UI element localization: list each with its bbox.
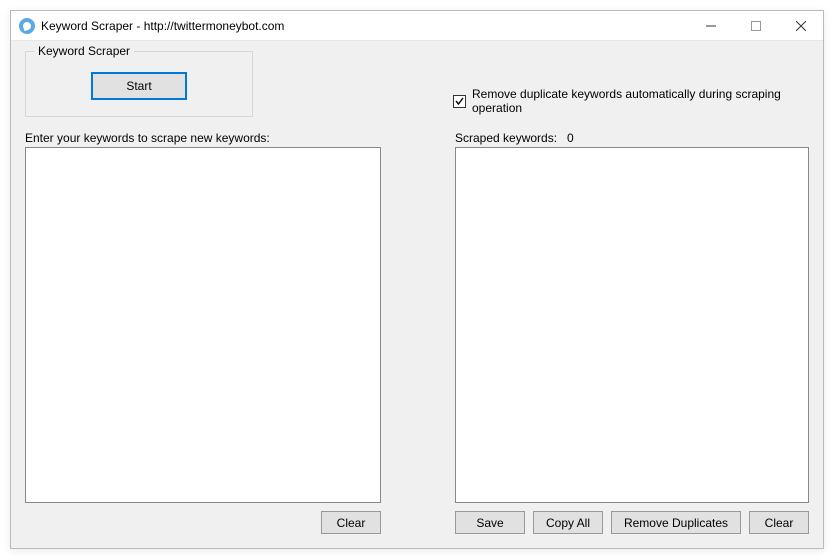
- keywords-input[interactable]: [25, 147, 381, 503]
- output-label: Scraped keywords:: [455, 131, 557, 145]
- checkbox-icon: [453, 95, 466, 108]
- copy-all-button[interactable]: Copy All: [533, 511, 603, 534]
- clear-output-button[interactable]: Clear: [749, 511, 809, 534]
- scraped-output[interactable]: [455, 147, 809, 503]
- app-window: Keyword Scraper - http://twittermoneybot…: [10, 10, 824, 549]
- start-button[interactable]: Start: [91, 72, 187, 100]
- window-controls: [688, 11, 823, 40]
- checkbox-label: Remove duplicate keywords automatically …: [472, 87, 809, 115]
- maximize-button[interactable]: [733, 11, 778, 40]
- app-icon: [19, 18, 35, 34]
- scraper-groupbox: Keyword Scraper Start: [25, 51, 253, 117]
- remove-duplicates-checkbox[interactable]: Remove duplicate keywords automatically …: [453, 87, 809, 115]
- minimize-button[interactable]: [688, 11, 733, 40]
- window-title: Keyword Scraper - http://twittermoneybot…: [41, 19, 284, 33]
- remove-duplicates-button[interactable]: Remove Duplicates: [611, 511, 741, 534]
- scraped-count: 0: [567, 131, 574, 145]
- input-label: Enter your keywords to scrape new keywor…: [25, 131, 381, 145]
- save-button[interactable]: Save: [455, 511, 525, 534]
- input-column: Enter your keywords to scrape new keywor…: [25, 131, 381, 534]
- titlebar: Keyword Scraper - http://twittermoneybot…: [11, 11, 823, 41]
- clear-input-button[interactable]: Clear: [321, 511, 381, 534]
- client-area: Keyword Scraper Start Remove duplicate k…: [11, 41, 823, 548]
- close-button[interactable]: [778, 11, 823, 40]
- groupbox-legend: Keyword Scraper: [34, 44, 134, 58]
- output-column: Scraped keywords: 0 Save Copy All Remove…: [455, 131, 809, 534]
